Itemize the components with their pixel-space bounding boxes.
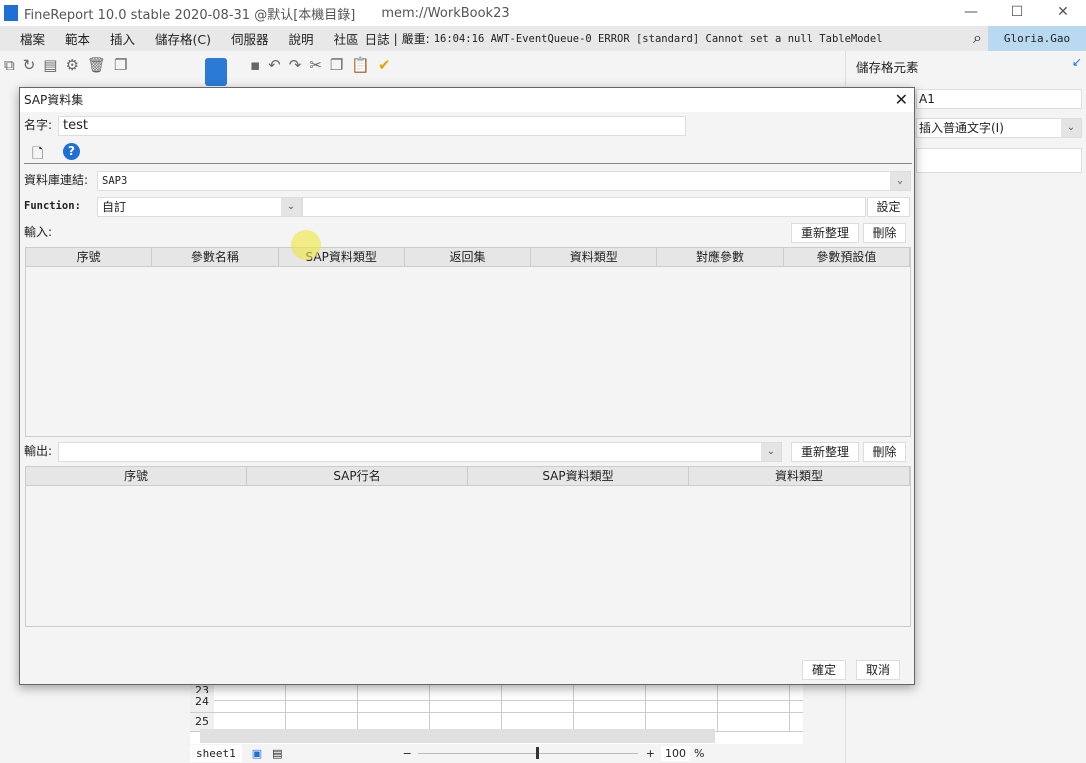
column-header[interactable]: 參數預設值: [784, 248, 910, 266]
log-message: 16:04:16 AWT-EventQueue-0 ERROR [standar…: [433, 32, 883, 45]
cell-name-field[interactable]: A1: [916, 89, 1082, 109]
window-title: FineReport 10.0 stable 2020-08-31 @默认[本機…: [24, 7, 356, 23]
user-account[interactable]: Gloria.Gao: [988, 26, 1086, 51]
column-header[interactable]: 資料類型: [689, 467, 910, 485]
function-name-input[interactable]: [302, 197, 866, 217]
left-toolbar: ⧉ ↻ ▤ ⚙ 🗑 ❐: [4, 54, 127, 76]
output-select[interactable]: ⌄: [58, 442, 782, 462]
divider: [24, 163, 912, 164]
cursor-highlight: [291, 230, 321, 260]
input-refresh-button[interactable]: 重新整理: [791, 223, 859, 243]
sap-dataset-dialog: SAP資料集 ✕ 名字: test 🗋 ? 資料庫連結: SAP3 ⌄ Funct…: [19, 87, 915, 685]
column-header[interactable]: SAP行名: [247, 467, 468, 485]
format-brush-icon[interactable]: ✔: [378, 56, 391, 74]
output-refresh-button[interactable]: 重新整理: [791, 442, 859, 462]
zoom-in-icon[interactable]: +: [646, 747, 655, 760]
close-button[interactable]: ✕: [1040, 0, 1086, 26]
save-icon[interactable]: ▪: [250, 56, 260, 74]
menu-insert[interactable]: 插入: [100, 29, 145, 48]
redo-icon[interactable]: ↷: [289, 56, 302, 74]
delete-icon[interactable]: 🗑: [87, 56, 106, 74]
zoom-value[interactable]: 100: [661, 746, 690, 761]
menu-file[interactable]: 檔案: [10, 29, 55, 48]
collapse-icon[interactable]: ↙: [1072, 55, 1082, 69]
set-button[interactable]: 設定: [867, 197, 910, 217]
cancel-button[interactable]: 取消: [856, 660, 900, 680]
menu-cell[interactable]: 儲存格(C): [145, 29, 221, 48]
undo-icon[interactable]: ↶: [268, 56, 281, 74]
file-path: mem://WorkBook23: [381, 5, 510, 21]
db-connection-value: SAP3: [102, 175, 128, 187]
column-header[interactable]: SAP資料類型: [468, 467, 689, 485]
menu-community[interactable]: 社區: [324, 29, 361, 48]
zoom-out-icon[interactable]: −: [403, 747, 412, 760]
input-label: 輸入:: [24, 225, 53, 239]
input-delete-button[interactable]: 刪除: [863, 223, 906, 243]
minimize-button[interactable]: —: [948, 0, 994, 26]
title-bar: FineReport 10.0 stable 2020-08-31 @默认[本機…: [0, 0, 1086, 26]
panel-title: 儲存格元素: [856, 60, 919, 75]
column-header[interactable]: 序號: [26, 467, 247, 485]
zoom-percent: %: [694, 747, 705, 760]
dialog-title: SAP資料集: [24, 93, 84, 107]
chevron-down-icon[interactable]: ⌄: [890, 172, 910, 190]
column-header[interactable]: 序號: [26, 248, 153, 266]
db-connection-select[interactable]: SAP3 ⌄: [97, 171, 911, 191]
menu-log[interactable]: 日誌: [361, 29, 394, 48]
refresh-icon[interactable]: ↻: [23, 56, 36, 74]
new-icon[interactable]: ⧉: [4, 56, 15, 74]
add-report-icon[interactable]: ▤: [272, 747, 282, 760]
insert-type-select[interactable]: 插入普通文字(I) ⌄: [916, 118, 1082, 138]
cell-content-field[interactable]: [916, 148, 1082, 173]
log-severity: 嚴重:: [401, 32, 430, 46]
column-header[interactable]: 參數名稱: [152, 248, 279, 266]
paste-icon[interactable]: 📋: [351, 56, 370, 74]
function-select[interactable]: 自訂 ⌄: [97, 197, 302, 217]
column-header[interactable]: 返回集: [405, 248, 532, 266]
db-connection-label: 資料庫連結:: [24, 173, 89, 187]
maximize-button[interactable]: ☐: [994, 0, 1040, 26]
dataset-icon[interactable]: [205, 58, 227, 86]
help-icon[interactable]: ?: [63, 143, 80, 160]
search-icon[interactable]: ⌕: [973, 28, 982, 48]
output-columns-table[interactable]: 序號 SAP行名 SAP資料類型 資料類型: [25, 466, 911, 627]
name-input[interactable]: test: [58, 116, 686, 136]
close-icon[interactable]: ✕: [895, 88, 908, 112]
add-sheet-icon[interactable]: ▣: [252, 747, 262, 760]
dialog-title-bar: SAP資料集 ✕: [20, 88, 914, 112]
copy-icon[interactable]: ❐: [114, 56, 127, 74]
row-header[interactable]: 24: [190, 693, 214, 712]
copy-icon[interactable]: ❐: [330, 56, 343, 74]
chevron-down-icon[interactable]: ⌄: [761, 443, 781, 461]
menu-template[interactable]: 範本: [55, 29, 100, 48]
main-toolbar: ▪ ↶ ↷ ✂ ❐ 📋 ✔: [250, 54, 391, 76]
settings-icon[interactable]: ⚙: [65, 56, 78, 74]
horizontal-scrollbar[interactable]: [200, 729, 715, 743]
menu-bar: 檔案 範本 插入 儲存格(C) 伺服器 說明 社區 日誌 | 嚴重: 16:04…: [0, 26, 1086, 51]
column-header[interactable]: 資料類型: [531, 248, 658, 266]
output-label: 輸出:: [24, 444, 53, 458]
column-header[interactable]: 對應參數: [657, 248, 784, 266]
ok-button[interactable]: 確定: [802, 660, 846, 680]
input-parameters-table[interactable]: 序號 參數名稱 SAP資料類型 返回集 資料類型 對應參數 參數預設值: [25, 247, 911, 437]
cut-icon[interactable]: ✂: [309, 56, 322, 74]
template-icon[interactable]: ▤: [43, 56, 57, 74]
output-delete-button[interactable]: 刪除: [863, 442, 906, 462]
chevron-down-icon[interactable]: ⌄: [1061, 119, 1081, 137]
app-logo-icon: [4, 5, 18, 21]
zoom-slider[interactable]: [417, 747, 638, 759]
insert-type-value: 插入普通文字(I): [919, 121, 1004, 135]
function-label: Function:: [24, 200, 81, 212]
name-label: 名字:: [24, 118, 53, 132]
sheet-tab[interactable]: sheet1: [190, 745, 242, 762]
menu-server[interactable]: 伺服器: [221, 29, 279, 48]
chevron-down-icon[interactable]: ⌄: [281, 198, 301, 216]
function-value: 自訂: [102, 200, 127, 214]
menu-help[interactable]: 說明: [279, 29, 324, 48]
